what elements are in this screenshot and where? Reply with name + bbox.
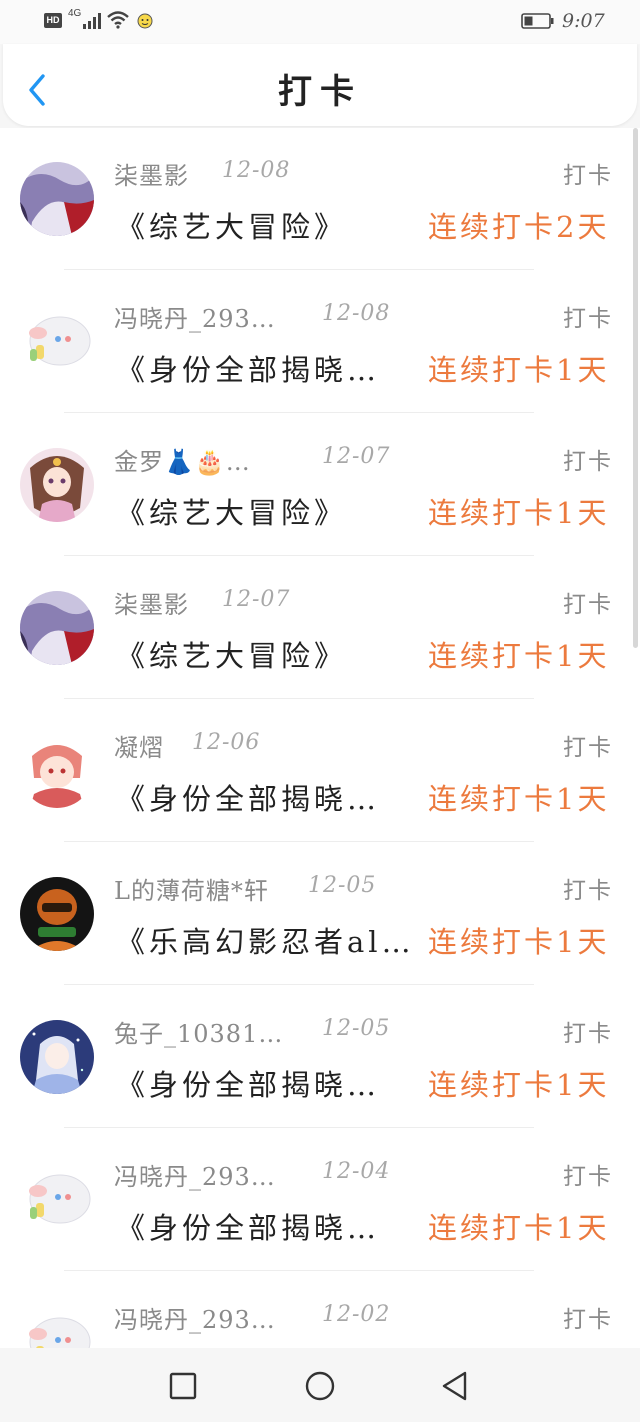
- row-divider: [64, 1270, 534, 1271]
- page-title: 打卡: [278, 72, 362, 112]
- streak-label: 连续打卡1天: [428, 639, 610, 673]
- user-name[interactable]: 柒墨影: [114, 585, 189, 620]
- list-scrollbar[interactable]: [633, 128, 638, 648]
- checkin-tag: 打卡: [563, 306, 613, 332]
- row-divider: [64, 984, 534, 985]
- avatar-image: [20, 734, 94, 808]
- avatar-image: [20, 162, 94, 236]
- checkin-date: 12-02: [322, 1302, 391, 1327]
- checkin-tag: 打卡: [563, 1164, 613, 1190]
- user-avatar[interactable]: [20, 162, 94, 236]
- avatar-image: [20, 1163, 94, 1237]
- user-avatar[interactable]: [20, 305, 94, 379]
- checkin-tag: 打卡: [563, 735, 613, 761]
- recent-apps-icon[interactable]: [165, 1368, 201, 1404]
- status-bar: HD 4G 9:07: [0, 0, 640, 44]
- checkin-tag: 打卡: [563, 1307, 613, 1333]
- row-divider: [64, 1127, 534, 1128]
- book-title[interactable]: 《乐高幻影忍者al…: [116, 919, 416, 961]
- streak-label: 连续打卡1天: [428, 1211, 610, 1245]
- book-title[interactable]: 《身份全部揭晓…: [116, 1062, 416, 1104]
- hd-badge: HD: [44, 13, 62, 28]
- checkin-row[interactable]: 冯晓丹_293… 12-08 打卡 《身份全部揭晓… 连续打卡1天: [0, 271, 632, 414]
- streak-label: 连续打卡1天: [428, 1068, 610, 1102]
- streak-label: 连续打卡1天: [428, 782, 610, 816]
- user-name[interactable]: L的薄荷糖*轩: [114, 871, 269, 906]
- checkin-tag: 打卡: [563, 592, 613, 618]
- book-title[interactable]: 《综艺大冒险》: [116, 204, 416, 246]
- signal-icon: [83, 13, 101, 29]
- checkin-tag: 打卡: [563, 878, 613, 904]
- book-title[interactable]: 《身份全部揭晓…: [116, 776, 416, 818]
- checkin-date: 12-07: [322, 444, 391, 469]
- user-avatar[interactable]: [20, 591, 94, 665]
- user-avatar[interactable]: [20, 1306, 94, 1348]
- checkin-row[interactable]: 柒墨影 12-07 打卡 《综艺大冒险》 连续打卡1天: [0, 557, 632, 700]
- user-avatar[interactable]: [20, 1020, 94, 1094]
- avatar-image: [20, 448, 94, 522]
- system-nav-bar: [0, 1350, 640, 1422]
- avatar-image: [20, 305, 94, 379]
- checkin-tag: 打卡: [563, 163, 613, 189]
- user-name[interactable]: 冯晓丹_293…: [114, 1300, 276, 1335]
- streak-label: 连续打卡1天: [428, 925, 610, 959]
- streak-label: 连续打卡2天: [428, 210, 610, 244]
- book-title[interactable]: 《身份全部揭晓…: [116, 347, 416, 389]
- wifi-icon: [107, 11, 129, 29]
- checkin-row[interactable]: L的薄荷糖*轩 12-05 打卡 《乐高幻影忍者al… 连续打卡1天: [0, 843, 632, 986]
- streak-label: 连续打卡1天: [428, 496, 610, 530]
- user-avatar[interactable]: [20, 1163, 94, 1237]
- checkin-list[interactable]: 柒墨影 12-08 打卡 《综艺大冒险》 连续打卡2天 冯晓丹_293… 12-…: [0, 128, 640, 1348]
- row-divider: [64, 841, 534, 842]
- checkin-tag: 打卡: [563, 1021, 613, 1047]
- header-bar: 打卡: [3, 44, 637, 126]
- user-avatar[interactable]: [20, 448, 94, 522]
- row-divider: [64, 698, 534, 699]
- checkin-date: 12-05: [322, 1016, 391, 1041]
- avatar-image: [20, 1020, 94, 1094]
- book-title[interactable]: 《身份全部揭晓…: [116, 1205, 416, 1247]
- checkin-tag: 打卡: [563, 449, 613, 475]
- checkin-date: 12-07: [222, 587, 291, 612]
- checkin-date: 12-08: [322, 301, 391, 326]
- battery-icon: [521, 13, 554, 29]
- checkin-date: 12-04: [322, 1159, 391, 1184]
- checkin-date: 12-06: [192, 730, 261, 755]
- checkin-row[interactable]: 冯晓丹_293… 12-04 打卡 《身份全部揭晓… 连续打卡1天: [0, 1129, 632, 1272]
- avatar-image: [20, 1306, 94, 1348]
- user-name[interactable]: 兔子_10381…: [114, 1014, 283, 1049]
- row-divider: [64, 555, 534, 556]
- clock-time: 9:07: [562, 10, 605, 32]
- book-title[interactable]: 《综艺大冒险》: [116, 490, 416, 532]
- streak-label: 连续打卡1天: [428, 353, 610, 387]
- user-name[interactable]: 凝熠: [114, 728, 164, 763]
- row-divider: [64, 412, 534, 413]
- checkin-row[interactable]: 柒墨影 12-08 打卡 《综艺大冒险》 连续打卡2天: [0, 128, 632, 271]
- user-avatar[interactable]: [20, 734, 94, 808]
- emoji-icon: [137, 13, 153, 29]
- back-triangle-icon[interactable]: [438, 1368, 474, 1404]
- checkin-row[interactable]: 冯晓丹_293… 12-02 打卡: [0, 1272, 632, 1348]
- avatar-image: [20, 877, 94, 951]
- user-name[interactable]: 金罗👗🎂…: [114, 442, 251, 477]
- user-avatar[interactable]: [20, 877, 94, 951]
- checkin-row[interactable]: 兔子_10381… 12-05 打卡 《身份全部揭晓… 连续打卡1天: [0, 986, 632, 1129]
- checkin-date: 12-05: [308, 873, 377, 898]
- avatar-image: [20, 591, 94, 665]
- row-divider: [64, 269, 534, 270]
- user-name[interactable]: 冯晓丹_293…: [114, 1157, 276, 1192]
- checkin-date: 12-08: [222, 158, 291, 183]
- home-icon[interactable]: [302, 1368, 338, 1404]
- network-type: 4G: [68, 8, 82, 19]
- user-name[interactable]: 冯晓丹_293…: [114, 299, 276, 334]
- user-name[interactable]: 柒墨影: [114, 156, 189, 191]
- book-title[interactable]: 《综艺大冒险》: [116, 633, 416, 675]
- checkin-row[interactable]: 金罗👗🎂… 12-07 打卡 《综艺大冒险》 连续打卡1天: [0, 414, 632, 557]
- checkin-row[interactable]: 凝熠 12-06 打卡 《身份全部揭晓… 连续打卡1天: [0, 700, 632, 843]
